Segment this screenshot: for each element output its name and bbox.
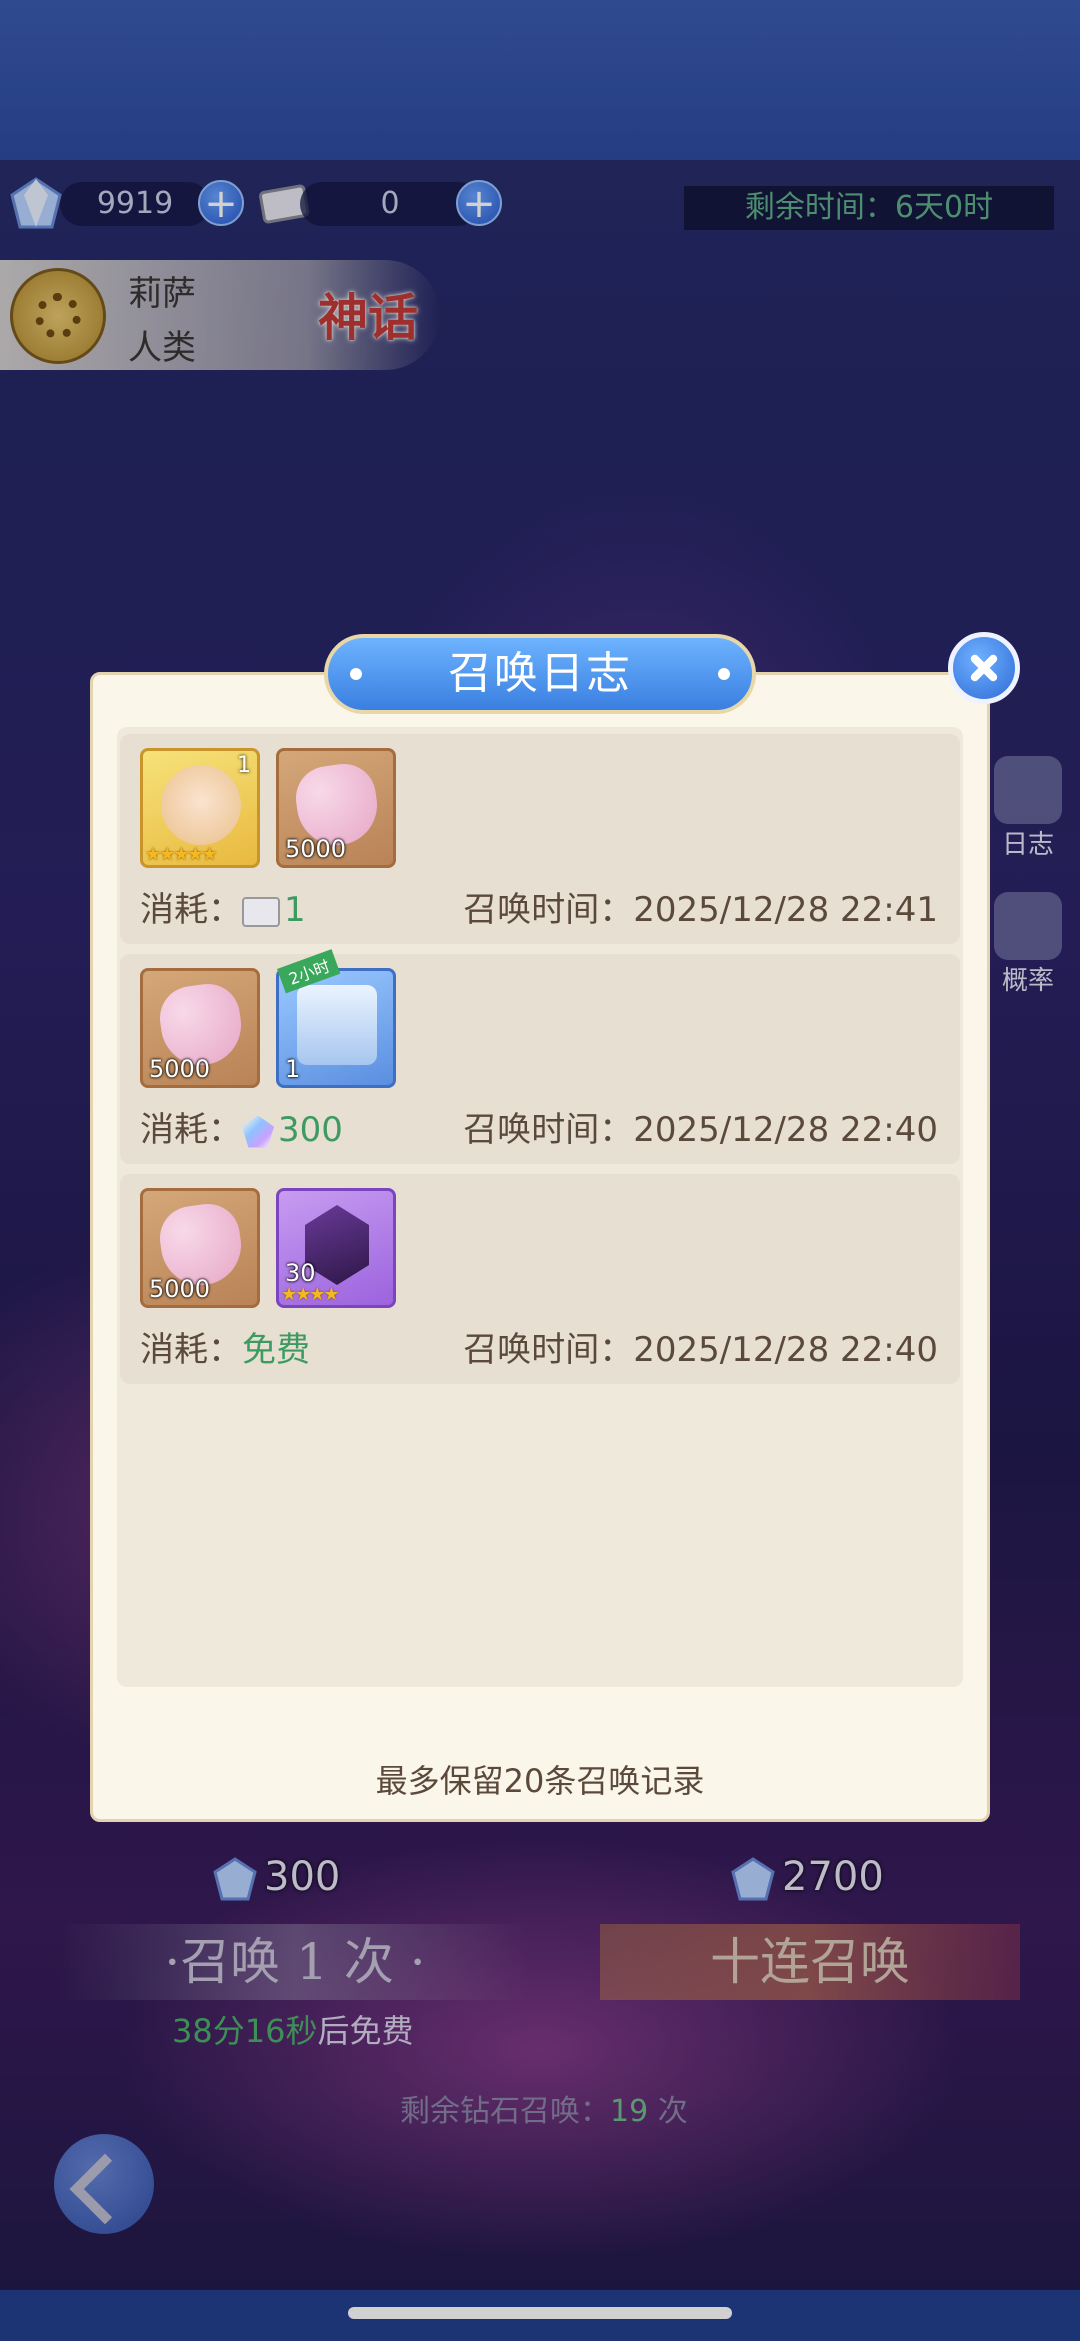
hero-portrait-icon	[161, 765, 241, 845]
exp-heart-item[interactable]: 5000	[276, 748, 396, 868]
record-cost: 消耗：免费	[140, 1330, 310, 1370]
close-button[interactable]	[948, 632, 1020, 704]
record-item: 5000 2小时 1 消耗： 300 召唤时间：2025/12/28 22:40	[120, 949, 960, 1164]
hero-card-item[interactable]: 1 ★★★★★	[140, 748, 260, 868]
gem-icon	[242, 1115, 274, 1148]
record-time: 召唤时间：2025/12/28 22:41	[463, 890, 938, 930]
treasure-chest-icon	[297, 985, 377, 1065]
record-time: 召唤时间：2025/12/28 22:40	[463, 1330, 938, 1370]
dialog-title: 召唤日志	[324, 634, 756, 714]
exp-heart-item[interactable]: 5000	[140, 1188, 260, 1308]
record-item: 5000 30 ★★★★ 消耗：免费 召唤时间：2025/12/28 22:40	[120, 1174, 960, 1384]
record-time: 召唤时间：2025/12/28 22:40	[463, 1110, 938, 1150]
chest-item[interactable]: 2小时 1	[276, 949, 396, 1088]
hero-shard-item[interactable]: 30 ★★★★	[276, 1188, 396, 1308]
record-cost: 消耗： 1	[140, 890, 306, 930]
record-item: 1 ★★★★★ 5000 消耗： 1 召唤时间：2025/12/28 22:41	[120, 734, 960, 944]
record-limit-note: 最多保留20条召唤记录	[375, 1762, 705, 1800]
exp-heart-item[interactable]: 5000	[140, 968, 260, 1088]
ticket-icon	[242, 896, 280, 927]
record-cost: 消耗： 300	[140, 1110, 343, 1150]
